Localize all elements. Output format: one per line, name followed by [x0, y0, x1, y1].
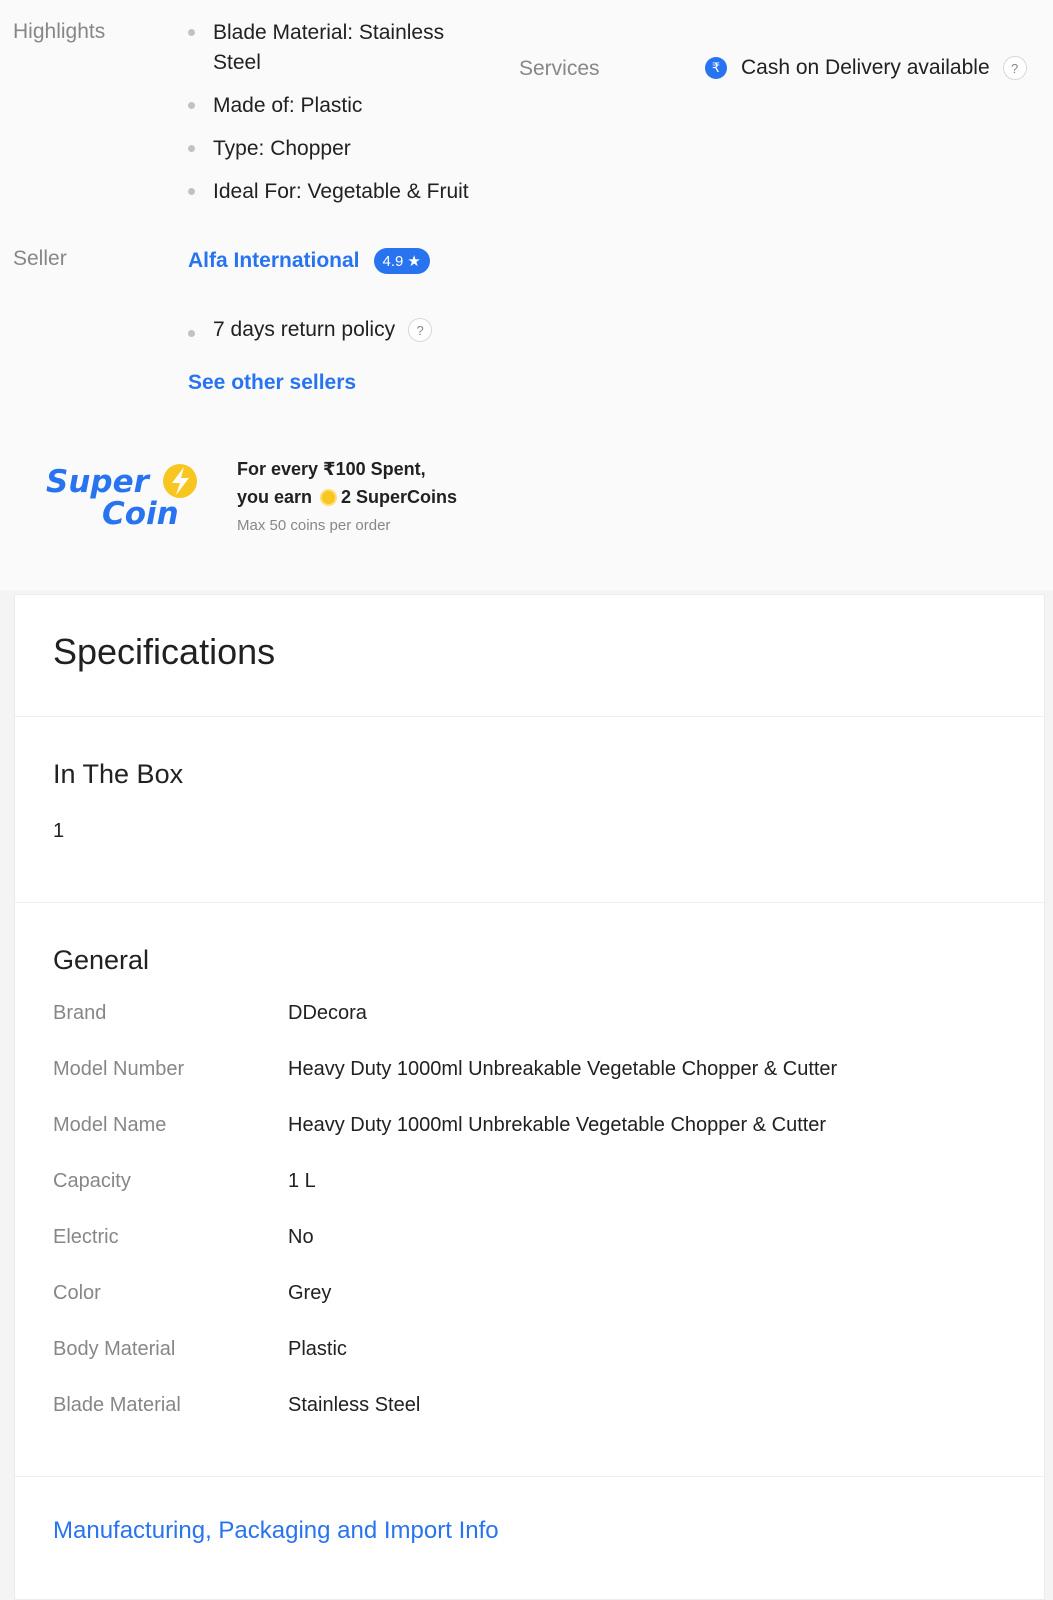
supercoin-line-1: For every ₹100 Spent,	[237, 459, 426, 479]
spec-row: Model Number Heavy Duty 1000ml Unbreakabl…	[53, 1058, 1044, 1114]
help-icon[interactable]: ?	[1002, 56, 1027, 80]
seller-label: Seller	[13, 247, 67, 270]
spec-value: Heavy Duty 1000ml Unbrekable Vegetable C…	[288, 1114, 827, 1136]
star-icon: ★	[407, 253, 421, 270]
supercoin-earn-prefix: you earn	[237, 487, 313, 507]
spec-row: Electric No	[53, 1226, 1044, 1282]
supercoin-info: For every ₹100 Spent, you earn 2 SuperCo…	[237, 455, 457, 534]
in-the-box-title: In The Box	[53, 759, 184, 789]
in-the-box-value: 1	[53, 820, 65, 842]
spec-row: Blade Material Stainless Steel	[53, 1394, 1044, 1450]
supercoin-logo-word-1: Super	[46, 464, 151, 500]
spec-value: Grey	[288, 1282, 332, 1304]
coin-icon	[320, 488, 338, 506]
services-label: Services	[519, 57, 600, 80]
highlights-list: Blade Material: Stainless Steel Made of:…	[188, 18, 488, 220]
spec-value: Stainless Steel	[288, 1394, 421, 1416]
supercoin-line-2: you earn 2 SuperCoins	[237, 483, 457, 511]
spec-key: Brand	[53, 1002, 107, 1024]
spec-key: Model Number	[53, 1058, 185, 1080]
spec-key: Model Name	[53, 1114, 167, 1136]
seller-info: Alfa International 4.9 ★	[188, 248, 430, 274]
see-other-sellers-link[interactable]: See other sellers	[188, 371, 356, 395]
spec-value: Heavy Duty 1000ml Unbreakable Vegetable …	[288, 1058, 838, 1080]
spec-key: Capacity	[53, 1170, 131, 1192]
spec-row: Capacity 1 L	[53, 1170, 1044, 1226]
supercoin-earn-amount: 2 SuperCoins	[341, 487, 458, 507]
rupee-icon: ₹	[705, 57, 727, 79]
manufacturing-info-link[interactable]: Manufacturing, Packaging and Import Info	[15, 1477, 1044, 1545]
spec-row: Brand DDecora	[53, 1002, 1044, 1058]
spec-row: Body Material Plastic	[53, 1338, 1044, 1394]
rating-value: 4.9	[382, 252, 404, 270]
product-details-top: Highlights Blade Material: Stainless Ste…	[0, 0, 1053, 590]
specifications-card: Specifications In The Box 1 General Bran…	[14, 594, 1045, 1600]
spec-key: Electric	[53, 1226, 119, 1248]
seller-name-link[interactable]: Alfa International	[188, 249, 360, 273]
spec-value: 1 L	[288, 1170, 316, 1192]
spec-value: DDecora	[288, 1002, 367, 1024]
spec-key: Blade Material	[53, 1394, 181, 1416]
specifications-title: Specifications	[15, 595, 1044, 717]
highlight-item: Type: Chopper	[188, 134, 488, 164]
supercoin-logo-word-2: Coin	[102, 496, 179, 532]
spec-value: Plastic	[288, 1338, 347, 1360]
spec-key: Body Material	[53, 1338, 176, 1360]
spec-key: Color	[53, 1282, 101, 1304]
seller-rating-badge: 4.9 ★	[373, 248, 430, 274]
spec-value: No	[288, 1226, 314, 1248]
general-section: General Brand DDecora Model Number Heavy D…	[15, 903, 1044, 1477]
general-title: General	[53, 945, 150, 975]
in-the-box-section: In The Box 1	[15, 717, 1044, 903]
spec-row: Color Grey	[53, 1282, 1044, 1338]
supercoin-max-note: Max 50 coins per order	[237, 517, 391, 534]
highlight-item: Blade Material: Stainless Steel	[188, 18, 488, 78]
supercoin-logo: Super Coin	[46, 464, 197, 532]
help-icon[interactable]: ?	[408, 318, 433, 342]
cod-service: ₹ Cash on Delivery available ?	[705, 56, 1027, 80]
spec-row: Model Name Heavy Duty 1000ml Unbrekable V…	[53, 1114, 1044, 1170]
spec-table: Brand DDecora Model Number Heavy Duty 1000…	[53, 1002, 1044, 1450]
return-policy: 7 days return policy ?	[188, 318, 433, 342]
highlight-item: Made of: Plastic	[188, 91, 488, 121]
highlight-item: Ideal For: Vegetable & Fruit	[188, 177, 488, 207]
cod-text: Cash on Delivery available	[741, 56, 990, 79]
highlights-label: Highlights	[13, 20, 106, 43]
return-policy-text: 7 days return policy	[213, 318, 396, 341]
